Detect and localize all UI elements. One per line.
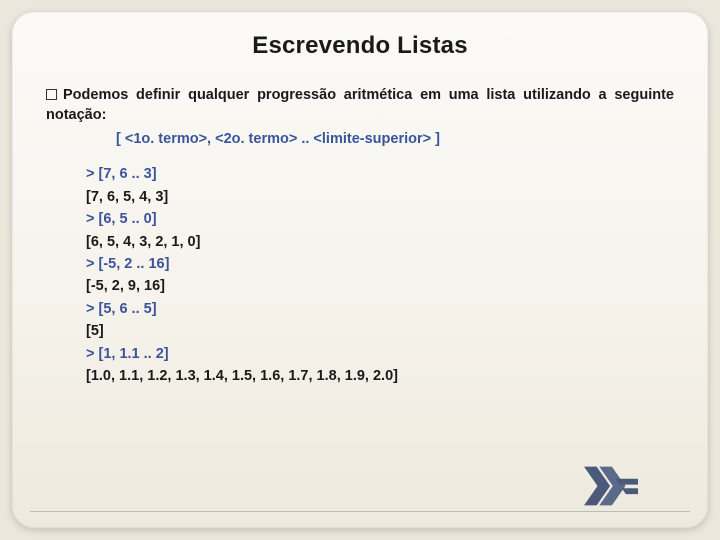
repl-output: [7, 6, 5, 4, 3] [86,186,674,208]
repl-input: > [1, 1.1 .. 2] [86,343,674,365]
bullet-text: Podemos definir qualquer progressão arit… [46,87,674,123]
footer-divider [30,511,690,512]
haskell-logo-icon [584,466,638,506]
bullet-square-icon [46,89,57,100]
repl-input: > [7, 6 .. 3] [86,163,674,185]
repl-input: > [-5, 2 .. 16] [86,253,674,275]
repl-input: > [5, 6 .. 5] [86,298,674,320]
repl-output: [-5, 2, 9, 16] [86,275,674,297]
repl-input: > [6, 5 .. 0] [86,208,674,230]
bullet-paragraph: Podemos definir qualquer progressão arit… [46,86,674,125]
repl-output: [5] [86,320,674,342]
notation-line: [ <1o. termo>, <2o. termo> .. <limite-su… [116,131,674,147]
slide-card: Escrevendo Listas Podemos definir qualqu… [12,12,708,528]
repl-output: [6, 5, 4, 3, 2, 1, 0] [86,231,674,253]
slide-title: Escrevendo Listas [46,32,674,60]
repl-output: [1.0, 1.1, 1.2, 1.3, 1.4, 1.5, 1.6, 1.7,… [86,365,674,387]
repl-block: > [7, 6 .. 3][7, 6, 5, 4, 3]> [6, 5 .. 0… [86,163,674,388]
